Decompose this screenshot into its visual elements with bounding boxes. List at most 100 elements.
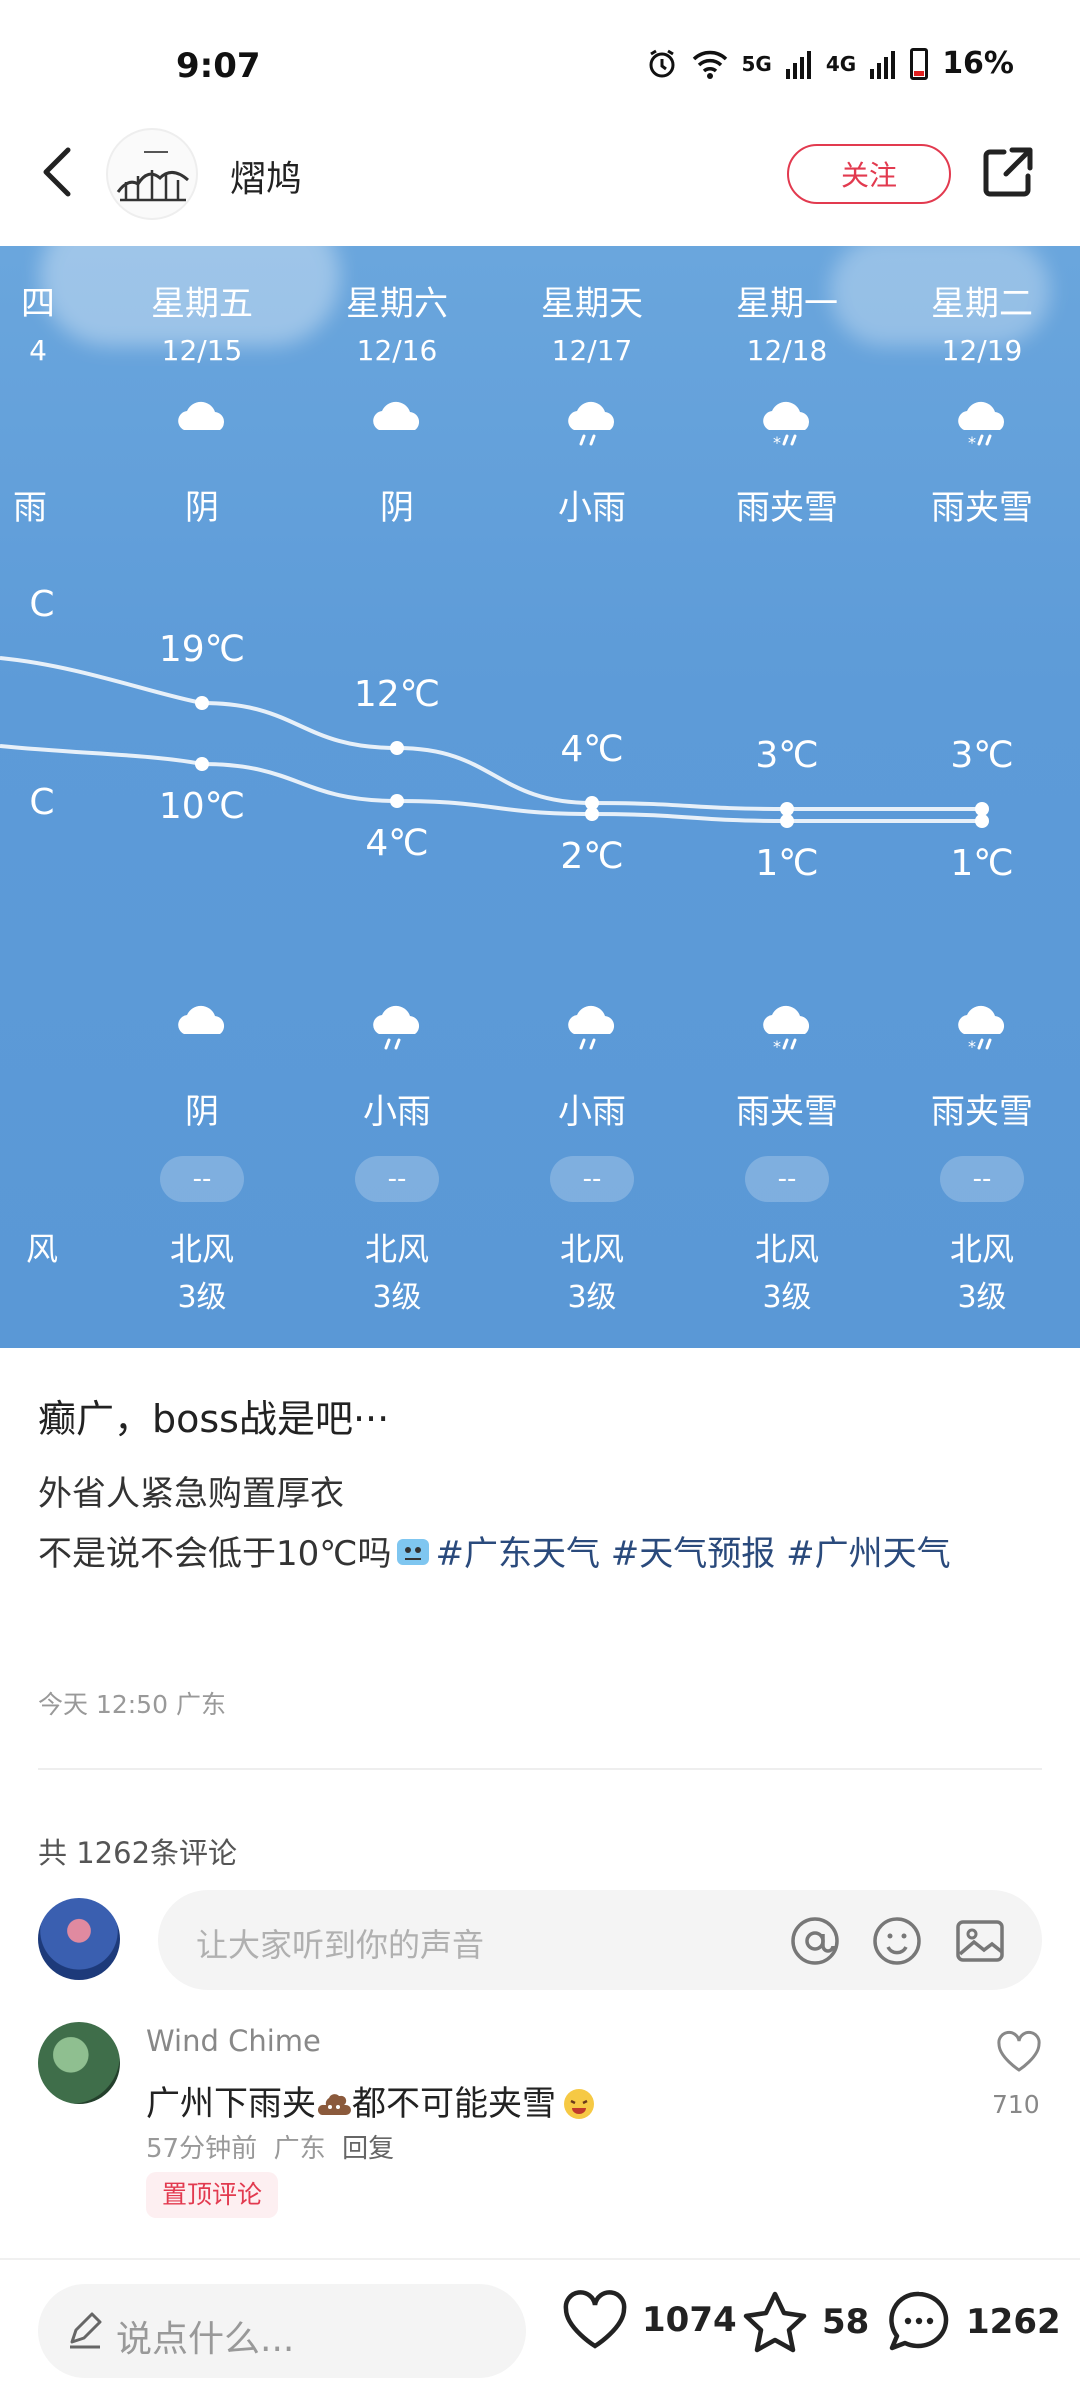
- high-temp-line-point: [780, 802, 794, 816]
- comment-text-part2: 都不可能夹雪: [352, 2084, 556, 2124]
- say-something-input[interactable]: 说点什么...: [38, 2284, 526, 2378]
- comment-text: 广州下雨夹 都不可能夹雪: [146, 2076, 598, 2125]
- emoji-icon[interactable]: [870, 1914, 924, 1968]
- comment-count-bottom: 1262: [966, 2302, 1061, 2342]
- hashtag-weather-forecast[interactable]: #天气预报: [611, 1534, 776, 1574]
- heart-icon: [563, 2290, 627, 2349]
- great-wall-sketch-icon: [116, 151, 189, 202]
- back-arrow-icon[interactable]: [30, 142, 90, 202]
- forecast-night-cloud-icon: [178, 1005, 225, 1034]
- post-line-2: 不是说不会低于10℃吗 #广东天气 #天气预报 #广州天气: [38, 1524, 1048, 1584]
- svg-text:*: *: [968, 433, 976, 452]
- hashtag-guangzhou-weather[interactable]: #广州天气: [786, 1534, 951, 1574]
- signal-icon: [785, 50, 811, 79]
- mention-icon[interactable]: [788, 1914, 842, 1968]
- favorite-button[interactable]: 58: [742, 2290, 869, 2354]
- my-avatar: [38, 1898, 120, 1980]
- post-header: 熠鸠 关注: [0, 120, 1080, 246]
- forecast-wind-direction: 北风: [559, 1230, 625, 1268]
- partial-date-label: 4: [29, 334, 47, 367]
- low-temp-line-point: [780, 814, 794, 828]
- partial-low-unit: C: [29, 782, 55, 823]
- low-temp-label: 1℃: [755, 843, 819, 884]
- forecast-aqi-badge: --: [745, 1156, 829, 1202]
- signal-5g-label: 5G: [741, 51, 772, 76]
- forecast-night-condition: 雨夹雪: [736, 1092, 838, 1132]
- forecast-wind-direction: 北风: [364, 1230, 430, 1268]
- forecast-night-light-rain-icon: [373, 1005, 420, 1050]
- high-temp-line-point: [390, 741, 404, 755]
- battery-percent: 16%: [942, 46, 1014, 81]
- forecast-day-sleet-icon: *: [958, 401, 1005, 452]
- star-icon: [743, 2291, 807, 2353]
- forecast-wind-direction: 北风: [169, 1230, 235, 1268]
- comment-reply-button[interactable]: 回复: [342, 2134, 394, 2164]
- partial-wind-label: 风: [25, 1230, 59, 1268]
- author-name[interactable]: 熠鸠: [230, 150, 302, 202]
- forecast-day-label: 星期二: [931, 284, 1033, 324]
- forecast-night-condition: 雨夹雪: [931, 1092, 1033, 1132]
- forecast-day-sleet-icon: *: [763, 401, 810, 452]
- forecast-date-label: 12/15: [161, 334, 243, 367]
- low-temp-label: 1℃: [950, 843, 1014, 884]
- image-icon[interactable]: [953, 1914, 1007, 1968]
- low-temp-line-point: [975, 814, 989, 828]
- comment-like-heart-icon[interactable]: [995, 2030, 1043, 2074]
- forecast-wind-level: 3级: [177, 1280, 227, 1315]
- partial-day-label: 四: [21, 284, 55, 324]
- bottom-action-bar: 说点什么... 1074 58 1262: [0, 2258, 1080, 2400]
- forecast-wind-level: 3级: [372, 1280, 422, 1315]
- post-line-1: 外省人紧急购置厚衣: [38, 1474, 344, 1514]
- forecast-day-cloud-icon: [178, 401, 225, 430]
- follow-button[interactable]: 关注: [787, 144, 951, 204]
- svg-text:*: *: [968, 1037, 976, 1056]
- forecast-day-condition: 小雨: [558, 488, 626, 528]
- status-icons: 5G 4G 16%: [646, 46, 1014, 81]
- high-temp-line-point: [975, 802, 989, 816]
- forecast-day-condition: 阴: [185, 488, 219, 528]
- weather-forecast-image[interactable]: 四 4 雨 C C 风星期五 12/15 阴阴 -- 北风 3级 星期六 12/16 阴小雨 -- 北风 3级星…: [0, 246, 1080, 1348]
- forecast-night-condition: 阴: [185, 1092, 219, 1132]
- forecast-day-label: 星期六: [346, 284, 448, 324]
- low-temp-label: 10℃: [158, 786, 246, 827]
- forecast-day-label: 星期一: [736, 284, 838, 324]
- share-icon[interactable]: [978, 142, 1038, 202]
- forecast-day-condition: 雨夹雪: [931, 488, 1033, 528]
- forecast-night-sleet-icon: *: [763, 1005, 810, 1056]
- high-temp-label: 12℃: [353, 674, 441, 715]
- status-bar: 9:07 5G 4G 16%: [0, 0, 1080, 120]
- forecast-date-label: 12/16: [356, 334, 438, 367]
- partial-cond-label: 雨: [13, 488, 47, 528]
- high-temp-line-point: [195, 696, 209, 710]
- forecast-day-condition: 阴: [380, 488, 414, 528]
- comment-time: 57分钟前: [146, 2134, 258, 2164]
- hashtag-guangdong-weather[interactable]: #广东天气: [435, 1534, 600, 1574]
- forecast-night-condition: 小雨: [363, 1092, 431, 1132]
- say-something-placeholder: 说点什么...: [116, 2319, 295, 2360]
- forecast-wind-level: 3级: [957, 1280, 1007, 1315]
- svg-text:*: *: [773, 1037, 781, 1056]
- comment-text-part1: 广州下雨夹: [146, 2084, 316, 2124]
- svg-text:*: *: [773, 433, 781, 452]
- battery-icon: [910, 47, 929, 80]
- forecast-day-condition: 雨夹雪: [736, 488, 838, 528]
- poop-emoji-icon: [317, 2094, 351, 2115]
- status-time: 9:07: [176, 46, 261, 86]
- low-temp-line-point: [390, 794, 404, 808]
- comment-button[interactable]: 1262: [886, 2290, 1061, 2354]
- author-avatar[interactable]: [106, 128, 198, 220]
- divider: [38, 1768, 1042, 1770]
- comment-input[interactable]: 让大家听到你的声音: [158, 1890, 1042, 1990]
- forecast-date-label: 12/18: [746, 334, 828, 367]
- forecast-wind-direction: 北风: [754, 1230, 820, 1268]
- forecast-night-light-rain-icon: [568, 1005, 615, 1050]
- like-button[interactable]: 1074: [562, 2290, 737, 2350]
- comment-count: 共 1262条评论: [38, 1836, 238, 1870]
- like-count: 1074: [642, 2300, 737, 2340]
- cold-face-emoji-icon: [397, 1539, 430, 1565]
- commenter-name[interactable]: Wind Chime: [146, 2024, 321, 2058]
- comment-like-count: 710: [992, 2090, 1040, 2119]
- high-temp-label: 4℃: [560, 729, 624, 770]
- favorite-count: 58: [822, 2302, 870, 2342]
- commenter-avatar[interactable]: [38, 2022, 120, 2104]
